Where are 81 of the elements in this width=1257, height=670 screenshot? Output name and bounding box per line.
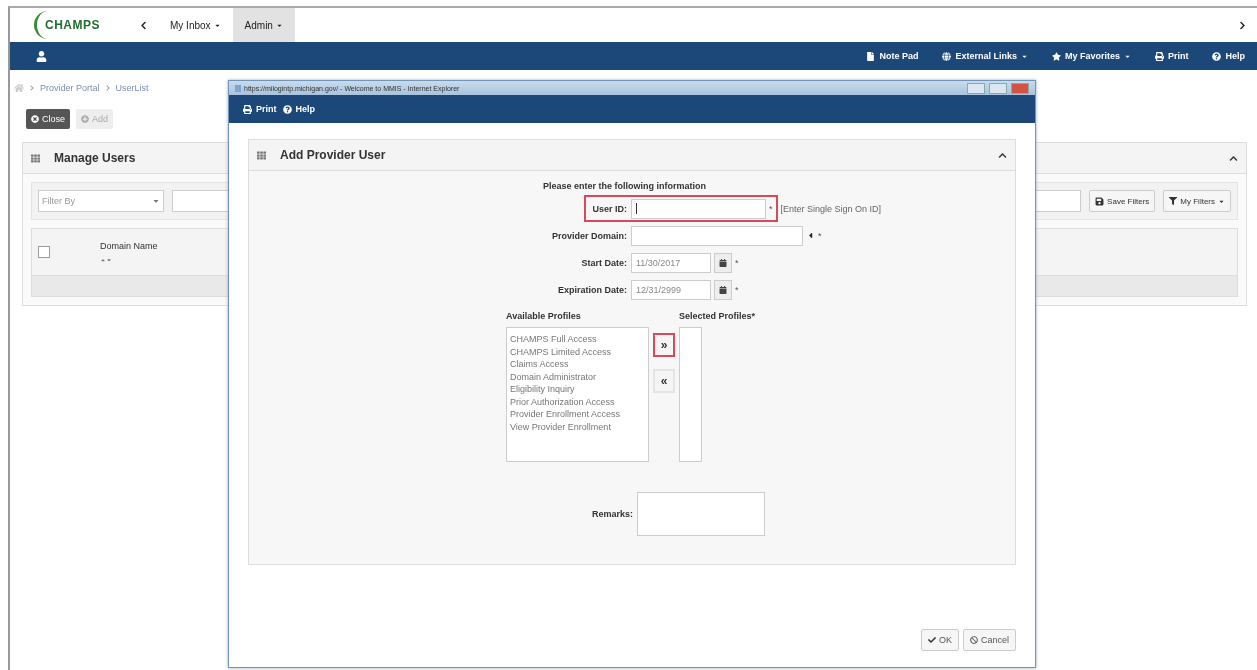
calendar-icon xyxy=(719,285,727,294)
filter-icon xyxy=(1169,197,1178,205)
remarks-field[interactable] xyxy=(637,492,765,536)
close-button[interactable] xyxy=(1011,82,1029,94)
breadcrumb-link[interactable]: UserList xyxy=(115,83,149,93)
panel-title: Add Provider User xyxy=(280,148,386,162)
breadcrumb-separator-icon xyxy=(104,85,111,91)
required-mark: * xyxy=(735,257,739,268)
field-label: Provider Domain: xyxy=(551,229,628,243)
print-icon xyxy=(243,104,252,114)
date-field[interactable]: 11/30/2017 xyxy=(631,252,711,273)
grid-icon xyxy=(257,150,266,160)
panel-title: Manage Users xyxy=(54,151,136,165)
move-button[interactable]: « xyxy=(653,369,675,393)
save-icon xyxy=(1095,196,1105,206)
list-label: Selected Profiles* xyxy=(679,311,756,323)
star-icon xyxy=(1051,51,1061,61)
caret-icon xyxy=(152,197,160,205)
toolbar-link[interactable]: My Favorites xyxy=(1051,51,1131,61)
dialog-button[interactable]: Cancel xyxy=(963,629,1016,651)
plus-icon xyxy=(81,115,89,123)
breadcrumb-separator-icon xyxy=(29,85,35,91)
cancel-icon xyxy=(970,636,978,644)
home-icon xyxy=(14,83,24,93)
list-item[interactable]: Claims Access xyxy=(510,358,645,371)
filter-button[interactable]: My Filters xyxy=(1163,190,1231,212)
dialog-button[interactable]: OK xyxy=(920,629,959,651)
help-icon xyxy=(282,104,292,114)
user-icon xyxy=(36,50,47,62)
document-icon xyxy=(866,51,876,61)
collapse-icon[interactable] xyxy=(998,150,1007,160)
globe-icon xyxy=(942,51,952,61)
maximize-button[interactable] xyxy=(989,82,1007,94)
toolbar-link[interactable]: Help xyxy=(282,104,316,114)
toolbar-link[interactable]: External Links xyxy=(942,51,1028,61)
grid-icon xyxy=(31,153,40,163)
select-field[interactable] xyxy=(631,225,803,246)
close-icon xyxy=(31,115,39,123)
list-item[interactable]: CHAMPS Limited Access xyxy=(510,345,645,358)
filter-button[interactable]: Save Filters xyxy=(1089,190,1156,212)
list-label: Available Profiles xyxy=(506,311,582,323)
toolbar-link[interactable]: Print xyxy=(243,104,277,114)
action-button[interactable]: Close xyxy=(26,109,70,129)
field-label: Remarks: xyxy=(591,509,634,519)
print-icon xyxy=(1154,51,1164,61)
list-item[interactable]: Provider Enrollment Access xyxy=(510,408,645,421)
list-item[interactable]: Domain Administrator xyxy=(510,370,645,383)
browser-icon xyxy=(235,84,241,92)
nav-tab[interactable]: My Inbox xyxy=(158,8,233,42)
user-id-field[interactable] xyxy=(631,198,766,219)
field-label: Expiration Date: xyxy=(557,283,628,297)
toolbar-link[interactable]: Print xyxy=(1154,51,1189,61)
list-item[interactable]: Prior Authorization Access xyxy=(510,395,645,408)
nav-tab[interactable]: Admin xyxy=(232,8,295,42)
caret-icon xyxy=(806,231,815,240)
toolbar-link[interactable]: Help xyxy=(1212,51,1245,61)
instruction-text: Please enter the following information xyxy=(543,180,708,193)
minimize-button[interactable] xyxy=(967,82,985,94)
toolbar-link[interactable]: Note Pad xyxy=(866,51,919,61)
date-field[interactable]: 12/31/2999 xyxy=(631,279,711,300)
list-item[interactable]: View Provider Enrollment xyxy=(510,420,645,433)
calendar-button[interactable] xyxy=(714,279,732,300)
forward-chevron-icon[interactable] xyxy=(1238,20,1247,30)
list-item[interactable]: CHAMPS Full Access xyxy=(510,333,645,346)
back-chevron-icon[interactable] xyxy=(139,20,148,30)
required-mark: * xyxy=(769,203,773,214)
help-icon xyxy=(1212,51,1222,61)
column-header[interactable]: Domain Name xyxy=(100,241,158,251)
required-mark: * xyxy=(818,230,822,241)
move-button[interactable]: » xyxy=(653,333,675,357)
field-label: Start Date: xyxy=(580,256,628,270)
field-hint: [Enter Single Sign On ID] xyxy=(780,203,882,214)
select-all-checkbox[interactable] xyxy=(38,246,50,258)
calendar-button[interactable] xyxy=(714,252,732,273)
list-item[interactable]: Eligibility Inquiry xyxy=(510,383,645,396)
required-mark: * xyxy=(735,284,739,295)
champs-logo: CHAMPS xyxy=(34,11,115,39)
collapse-icon[interactable] xyxy=(1229,153,1238,163)
calendar-icon xyxy=(719,258,727,267)
breadcrumb-link[interactable]: Provider Portal xyxy=(40,83,100,93)
check-icon xyxy=(927,636,936,644)
